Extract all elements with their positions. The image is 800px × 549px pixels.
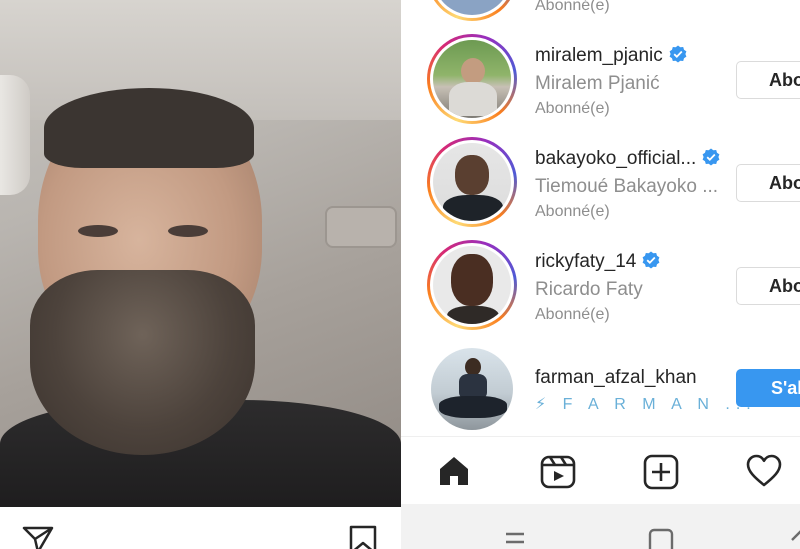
- follow-status: Abonné(e): [535, 203, 610, 220]
- username[interactable]: bakayoko_official...: [535, 148, 720, 170]
- list-item[interactable]: bakayoko_official... Tiemoué Bakayoko ..…: [401, 133, 800, 233]
- reels-icon[interactable]: [540, 454, 576, 495]
- verified-badge-icon: [642, 251, 660, 269]
- username[interactable]: rickyfaty_14: [535, 251, 660, 273]
- bookmark-icon[interactable]: [348, 525, 378, 549]
- list-item[interactable]: farman_afzal_khan ⚡ F A R M A N ... S'ab…: [401, 340, 800, 440]
- send-icon[interactable]: [22, 525, 54, 549]
- follow-button[interactable]: S'abonner: [736, 369, 800, 407]
- following-button[interactable]: Abonné(e): [736, 164, 800, 202]
- avatar[interactable]: [427, 137, 517, 227]
- following-list-pane: Abonné(e) miralem_pjanic Miralem Pjanić …: [401, 0, 800, 549]
- username[interactable]: farman_afzal_khan: [535, 367, 697, 389]
- list-item[interactable]: miralem_pjanic Miralem Pjanić Abonné(e) …: [401, 30, 800, 130]
- verified-badge-icon: [702, 148, 720, 166]
- full-name: Miralem Pjanić: [535, 73, 660, 94]
- avatar[interactable]: [427, 34, 517, 124]
- follow-status: Abonné(e): [535, 100, 610, 117]
- back-icon[interactable]: [786, 526, 800, 549]
- new-post-icon[interactable]: [643, 454, 679, 495]
- post-action-bar: [0, 507, 401, 549]
- home-icon[interactable]: [437, 454, 471, 493]
- following-button[interactable]: Abonné(e): [736, 267, 800, 305]
- following-button[interactable]: Abonné(e): [736, 61, 800, 99]
- follow-status: Abonné(e): [535, 306, 610, 323]
- avatar[interactable]: [427, 0, 517, 21]
- recents-icon[interactable]: [504, 526, 526, 549]
- full-name: ⚡ F A R M A N ...: [535, 396, 757, 413]
- full-name: Tiemoué Bakayoko ...: [535, 176, 719, 197]
- follow-status: Abonné(e): [535, 0, 610, 14]
- system-navigation-bar: [401, 504, 800, 549]
- home-button-icon[interactable]: [648, 526, 674, 549]
- left-pane: [0, 0, 401, 549]
- profile-photo: [0, 0, 401, 507]
- username[interactable]: miralem_pjanic: [535, 45, 687, 67]
- verified-badge-icon: [669, 45, 687, 63]
- list-item[interactable]: rickyfaty_14 Ricardo Faty Abonné(e) Abon…: [401, 236, 800, 336]
- bottom-navigation: [401, 436, 800, 504]
- full-name: Ricardo Faty: [535, 279, 643, 300]
- avatar[interactable]: [427, 240, 517, 330]
- avatar[interactable]: [431, 348, 513, 430]
- heart-icon[interactable]: [746, 454, 782, 493]
